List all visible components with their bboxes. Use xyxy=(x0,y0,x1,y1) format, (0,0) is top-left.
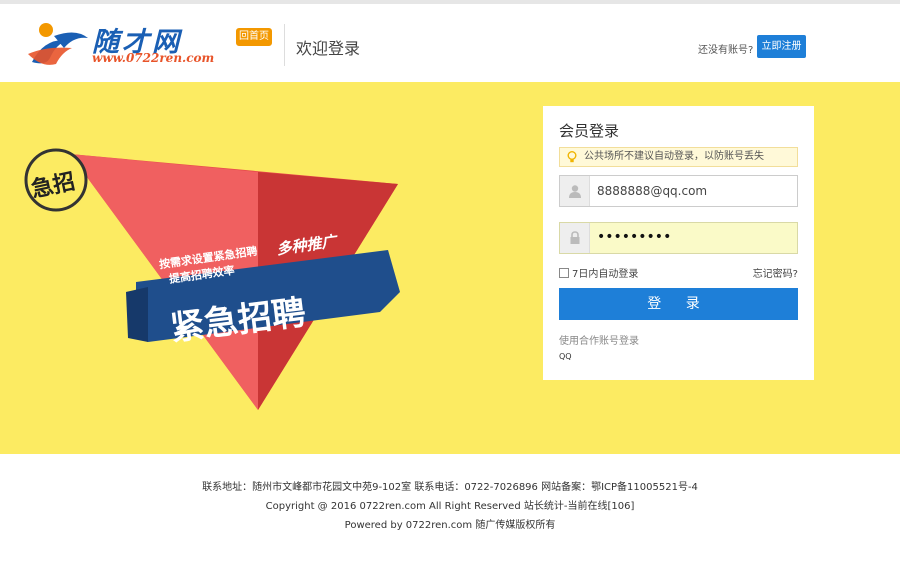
qq-login-link[interactable]: QQ xyxy=(559,352,572,361)
page-title: 欢迎登录 xyxy=(296,39,361,58)
remember-me[interactable]: 7日内自动登录 xyxy=(559,265,638,280)
login-panel: 会员登录 公共场所不建议自动登录，以防账号丢失 8888888@qq.com •… xyxy=(543,106,814,380)
lightbulb-icon xyxy=(567,151,577,163)
footer-powered: Powered by 0722ren.com 随广传媒版权所有 xyxy=(344,520,556,531)
security-tip-text: 公共场所不建议自动登录，以防账号丢失 xyxy=(584,151,764,162)
no-account-text: 还没有账号? xyxy=(698,45,754,56)
footer: 联系地址：随州市文峰都市花园文中苑9-102室 联系电话：0722-702689… xyxy=(0,478,900,535)
promo-graphic: 急招 紧急招聘 按需求设置紧急招聘 提高招聘效率 多种推广 xyxy=(18,142,418,412)
site-logo[interactable]: 随才网 www.0722ren.com xyxy=(26,18,226,72)
security-tip: 公共场所不建议自动登录，以防账号丢失 xyxy=(559,147,798,167)
logo-figure-icon xyxy=(28,23,88,65)
password-input[interactable]: ••••••••• xyxy=(597,229,671,245)
login-button[interactable]: 登 录 xyxy=(559,288,798,320)
password-field[interactable]: ••••••••• xyxy=(559,222,798,254)
header-divider xyxy=(284,24,285,66)
username-input[interactable]: 8888888@qq.com xyxy=(597,184,707,198)
username-field[interactable]: 8888888@qq.com xyxy=(559,175,798,207)
header: 随才网 www.0722ren.com 回首页 欢迎登录 还没有账号? 立即注册 xyxy=(0,4,900,82)
footer-contact: 联系地址：随州市文峰都市花园文中苑9-102室 联系电话：0722-702689… xyxy=(202,482,698,493)
ribbon-fold xyxy=(126,287,148,342)
home-button[interactable]: 回首页 xyxy=(236,28,272,46)
logo-url: www.0722ren.com xyxy=(92,51,215,65)
remember-checkbox[interactable] xyxy=(559,268,569,278)
banner: 急招 紧急招聘 按需求设置紧急招聘 提高招聘效率 多种推广 会员登录 公共场所不… xyxy=(0,82,900,454)
partner-login-label: 使用合作账号登录 xyxy=(559,336,639,347)
footer-copyright: Copyright @ 2016 0722ren.com All Right R… xyxy=(265,501,635,512)
remember-label: 7日内自动登录 xyxy=(572,269,639,280)
login-title: 会员登录 xyxy=(559,122,620,140)
lock-icon xyxy=(560,223,590,253)
register-button[interactable]: 立即注册 xyxy=(757,35,806,58)
forgot-password-link[interactable]: 忘记密码? xyxy=(753,265,798,280)
user-icon xyxy=(560,176,590,206)
